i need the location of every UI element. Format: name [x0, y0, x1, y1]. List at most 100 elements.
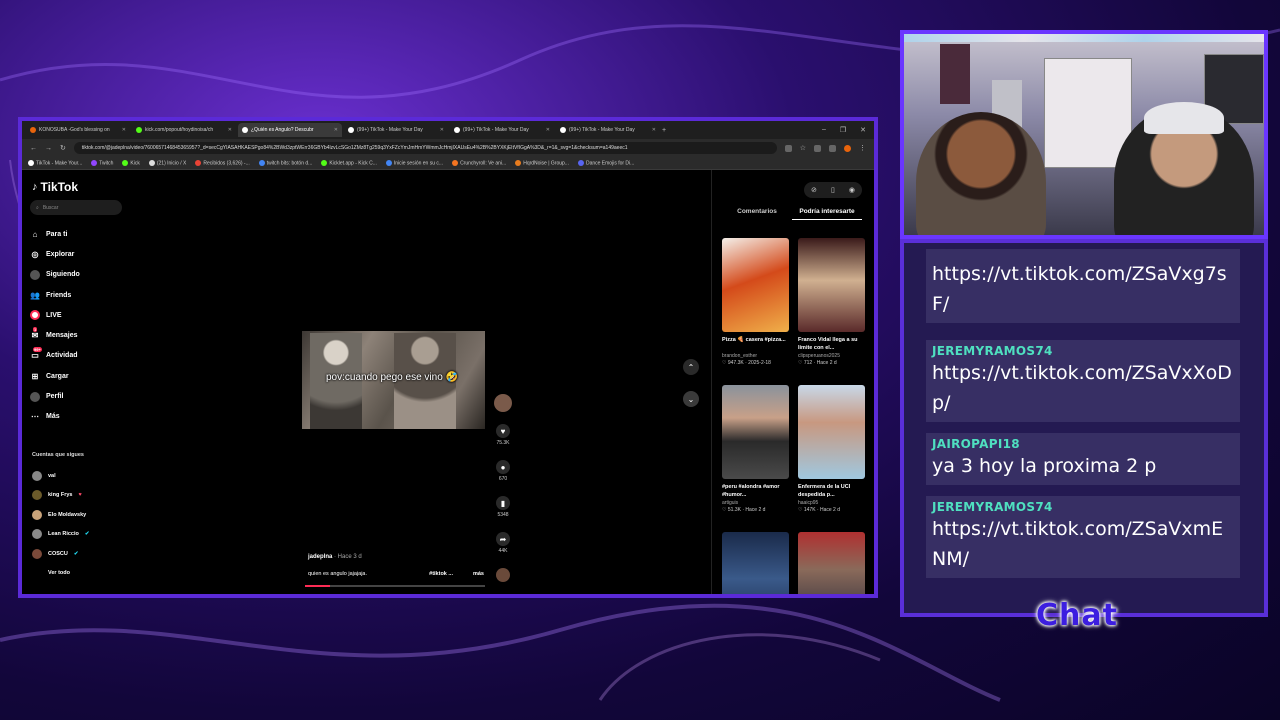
hashtag-link[interactable]: #tiktok ... [429, 571, 453, 577]
suggested-video-card[interactable] [798, 532, 865, 594]
suggested-video-card[interactable]: Franco Vidal llega a su límite con el...… [798, 238, 865, 366]
device-icon[interactable]: ▯ [831, 186, 835, 194]
menu-dots-icon[interactable]: ⋮ [859, 144, 866, 152]
tab-tiktok-active[interactable]: ¿Quién es Angulo? Descubr ✕ [238, 123, 342, 137]
minimize-icon[interactable]: – [822, 126, 826, 134]
see-all-link[interactable]: Ver todo [32, 564, 89, 584]
menu-item-actividad[interactable]: ▭ 99+ Actividad [30, 346, 80, 366]
save-button[interactable]: ▮ 5348 [494, 496, 512, 518]
previous-video-button[interactable]: ⌃ [683, 359, 699, 375]
chat-text[interactable]: https://vt.tiktok.com/ZSaVxmENM/ [932, 514, 1234, 574]
following-account[interactable]: king Frys ♥ [32, 486, 89, 506]
following-account[interactable]: Lean Riccio ✔ [32, 525, 89, 545]
menu-item-para-ti[interactable]: ⌂ Para ti [30, 224, 80, 244]
share-button[interactable]: ➦ 44K [494, 532, 512, 554]
new-tab-icon[interactable]: + [662, 127, 666, 134]
tab-label: kick.com/popout/hoydinoisa/ch [145, 127, 214, 133]
extension-icon[interactable] [784, 144, 792, 152]
bookmark[interactable]: Inicie sesión en su c... [385, 159, 443, 166]
chat-username [932, 249, 1234, 259]
avatar [32, 490, 42, 501]
suggested-video-card[interactable] [722, 532, 789, 594]
more-link[interactable]: más [473, 571, 484, 577]
close-icon[interactable]: ✕ [546, 127, 550, 133]
video-player[interactable]: pov:cuando pego ese vino 🤣 [302, 331, 485, 429]
user-avatar-icon[interactable]: ◉ [849, 186, 855, 194]
bookmark[interactable]: Kicklet.app - Kick C... [321, 159, 377, 166]
bookmark[interactable]: Dance Emojis for Di... [577, 159, 635, 167]
extension-icon[interactable] [814, 144, 821, 152]
tiktok-page: ♪ TikTok ⌕ Buscar ⌂ Para ti ◎ Explorar Sigui… [22, 170, 874, 594]
chat-username[interactable]: JEREMYRAMOS74 [932, 500, 1234, 514]
tab-podria-interesarte[interactable]: Podría interesarte [792, 208, 862, 220]
reload-icon[interactable]: ↻ [60, 144, 66, 152]
video-author[interactable]: jadeplna · Hace 3 d [308, 554, 362, 560]
bookmark[interactable]: Twitch [91, 159, 113, 166]
close-icon[interactable]: ✕ [122, 127, 126, 133]
menu-item-explorar[interactable]: ◎ Explorar [30, 244, 80, 264]
tab-kick[interactable]: kick.com/popout/hoydinoisa/ch ✕ [132, 123, 236, 137]
bookmark[interactable]: Crunchyroll: Ve ani... [452, 159, 506, 166]
tiktok-note-icon: ♪ [32, 181, 38, 193]
tab-comentarios[interactable]: Comentarios [722, 208, 792, 220]
following-account[interactable]: val [32, 466, 89, 486]
menu-item-cargar[interactable]: ⊞ Cargar [30, 366, 80, 386]
avatar [32, 470, 42, 481]
bookmark[interactable]: twitch bits: botón d... [258, 159, 312, 166]
panel-divider [711, 170, 712, 594]
tab-konosuba[interactable]: KONOSUBA -God's blessing on ✕ [26, 123, 130, 137]
tiktok-sidebar: ♪ TikTok ⌕ Buscar ⌂ Para ti ◎ Explorar Sigui… [22, 170, 132, 594]
menu-item-live[interactable]: LIVE [30, 305, 80, 325]
following-account[interactable]: Elo Moldavsky [32, 505, 89, 525]
close-icon[interactable]: ✕ [652, 127, 656, 133]
forward-icon[interactable]: → [45, 145, 52, 152]
creator-avatar[interactable] [494, 394, 512, 412]
bookmark[interactable]: Kick [122, 159, 140, 166]
bookmark[interactable]: HqrdNoise | Group... [515, 159, 569, 166]
tab-label: (99+) TikTok - Make Your Day [357, 127, 423, 133]
chat-message: JEREMYRAMOS74 https://vt.tiktok.com/ZSaV… [926, 496, 1240, 578]
maximize-icon[interactable]: ❐ [840, 126, 846, 134]
chat-text[interactable]: https://vt.tiktok.com/ZSaVxXoDp/ [932, 358, 1234, 418]
following-account[interactable]: COSCU ✔ [32, 544, 89, 564]
coins-icon[interactable]: ⊘ [811, 186, 817, 194]
close-icon[interactable]: ✕ [228, 127, 232, 133]
menu-item-mensajes[interactable]: ✉ 1 Mensajes [30, 325, 80, 345]
card-stats: ♡ 712 · Hace 2 d [798, 360, 837, 366]
extension-icon[interactable] [829, 144, 836, 152]
star-icon[interactable]: ☆ [800, 144, 806, 152]
activity-icon: ▭ 99+ [31, 346, 42, 361]
bookmark-label: Dance Emojis for Di... [585, 160, 635, 167]
next-video-button[interactable]: ⌄ [683, 391, 699, 407]
suggested-video-card[interactable]: Pizza 🍕 casera #pizza... brandon_esther … [722, 238, 789, 366]
back-icon[interactable]: ← [30, 145, 37, 152]
bookmark[interactable]: TikTok - Make Your... [28, 159, 82, 166]
like-button[interactable]: ♥ 75.3K [494, 424, 512, 446]
profile-icon[interactable] [844, 144, 851, 152]
suggested-video-card[interactable]: #peru #alondra #amor #humor... artiguis … [722, 385, 789, 513]
bookmark[interactable]: Recibidos (3,626) -... [195, 159, 250, 166]
chat-username[interactable]: JAIROPAPI18 [932, 437, 1234, 451]
tab-tiktok[interactable]: (99+) TikTok - Make Your Day ✕ [344, 123, 448, 137]
url-field[interactable]: tiktok.com/@jadeplna/video/7600657146845… [73, 142, 777, 154]
menu-item-friends[interactable]: 👥 Friends [30, 285, 80, 305]
comment-button[interactable]: ● 670 [494, 460, 512, 482]
chat-text[interactable]: https://vt.tiktok.com/ZSaVxg7sF/ [932, 259, 1234, 319]
suggested-video-card[interactable]: Enfermera de la UCI despedida p... haaic… [798, 385, 865, 513]
menu-item-mas[interactable]: ⋯ Más [30, 407, 80, 427]
tab-tiktok[interactable]: (99+) TikTok - Make Your Day ✕ [556, 123, 660, 137]
tiktok-logo[interactable]: ♪ TikTok [32, 180, 78, 194]
bookmark[interactable]: (21) Inicio / X [148, 159, 186, 166]
home-icon: ⌂ [32, 229, 38, 239]
video-progress-bar[interactable] [305, 585, 485, 587]
chat-username[interactable]: JEREMYRAMOS74 [932, 344, 1234, 358]
menu-item-siguiendo[interactable]: Siguiendo [30, 265, 80, 285]
menu-item-perfil[interactable]: Perfil [30, 386, 80, 406]
tab-tiktok[interactable]: (99+) TikTok - Make Your Day ✕ [450, 123, 554, 137]
wall-poster [940, 44, 970, 104]
search-input[interactable]: ⌕ Buscar [30, 200, 122, 215]
close-icon[interactable]: ✕ [334, 127, 338, 133]
close-icon[interactable]: ✕ [440, 127, 444, 133]
sound-disc[interactable] [494, 568, 512, 582]
close-window-icon[interactable]: ✕ [860, 126, 866, 134]
